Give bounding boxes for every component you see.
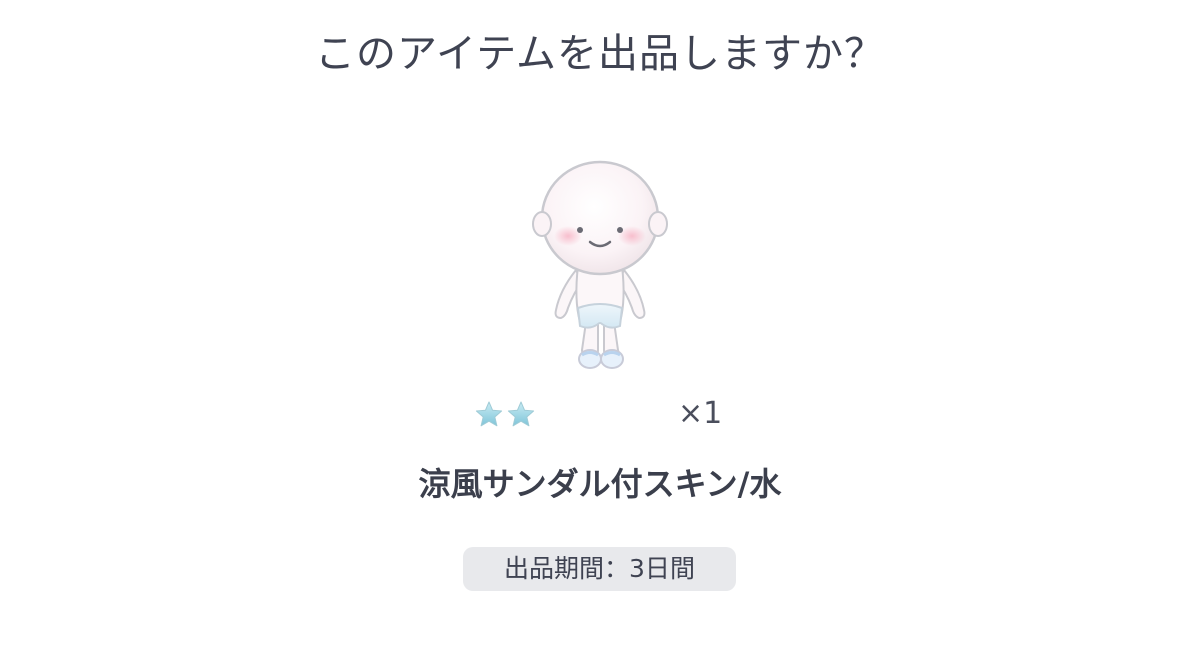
- item-quantity: ×1: [678, 396, 723, 431]
- listing-confirm-dialog: このアイテムを出品しますか？ ×1 涼風サンダル付スキン/水 出品期間：3日間: [0, 0, 1200, 648]
- star-icon: [475, 401, 503, 427]
- listing-period-badge: 出品期間：3日間: [463, 547, 736, 591]
- star-icon: [507, 401, 535, 427]
- dialog-title: このアイテムを出品しますか？: [315, 31, 885, 77]
- avatar-skin-icon: [532, 160, 668, 369]
- rarity-stars: [474, 400, 544, 430]
- item-name: 涼風サンダル付スキン/水: [418, 465, 782, 503]
